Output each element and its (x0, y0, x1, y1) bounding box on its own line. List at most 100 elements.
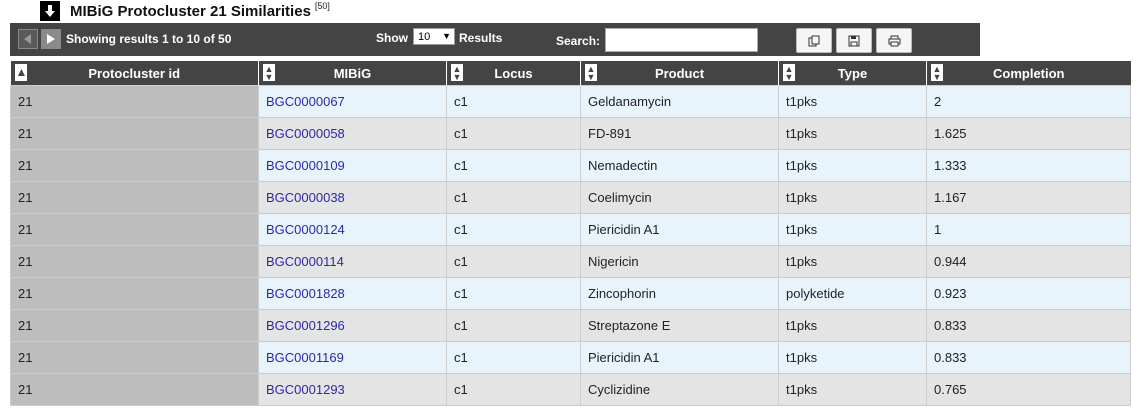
sort-both-icon[interactable]: ▲ ▼ (585, 64, 597, 82)
column-header-protocluster-id[interactable]: ▲ Protocluster id (10, 61, 259, 86)
cell-type: t1pks (778, 341, 927, 374)
table-row: 21 BGC0001293 c1 Cyclizidine t1pks 0.765 (10, 373, 1131, 406)
column-header-type[interactable]: ▲ ▼ Type (778, 61, 927, 86)
mibig-link[interactable]: BGC0001296 (266, 318, 345, 333)
copy-icon (808, 35, 820, 46)
mibig-link[interactable]: BGC0000067 (266, 94, 345, 109)
show-label: Show (376, 31, 408, 45)
table-row: 21 BGC0000058 c1 FD-891 t1pks 1.625 (10, 117, 1131, 150)
table-toolbar: Showing results 1 to 10 of 50 Show 10 ▼ … (10, 23, 980, 56)
save-button[interactable] (836, 28, 872, 53)
cell-mibig: BGC0001828 (258, 277, 447, 310)
cell-locus: c1 (446, 277, 581, 310)
sort-both-icon[interactable]: ▲ ▼ (931, 64, 943, 82)
printer-icon (888, 35, 900, 46)
cell-completion: 1.167 (926, 181, 1131, 214)
cell-mibig: BGC0000058 (258, 117, 447, 150)
cell-type: t1pks (778, 373, 927, 406)
next-page-button[interactable] (41, 29, 61, 49)
cell-type: polyketide (778, 277, 927, 310)
cell-product: Nigericin (580, 245, 779, 278)
mibig-link[interactable]: BGC0000124 (266, 222, 345, 237)
column-header-product[interactable]: ▲ ▼ Product (580, 61, 779, 86)
table-row: 21 BGC0000038 c1 Coelimycin t1pks 1.167 (10, 181, 1131, 214)
page-size-select[interactable]: 10 ▼ (413, 28, 455, 45)
cell-product: Nemadectin (580, 149, 779, 182)
mibig-link[interactable]: BGC0001293 (266, 382, 345, 397)
cell-mibig: BGC0000038 (258, 181, 447, 214)
chevron-left-icon (24, 34, 31, 44)
cell-completion: 0.923 (926, 277, 1131, 310)
sort-both-icon[interactable]: ▲ ▼ (783, 64, 795, 82)
cell-mibig: BGC0001293 (258, 373, 447, 406)
cell-type: t1pks (778, 85, 927, 118)
cell-locus: c1 (446, 309, 581, 342)
mibig-link[interactable]: BGC0001828 (266, 286, 345, 301)
results-label: Results (459, 31, 503, 45)
mibig-link[interactable]: BGC0000109 (266, 158, 345, 173)
dropdown-arrow-icon: ▼ (442, 31, 451, 41)
cell-protocluster-id: 21 (10, 85, 259, 118)
cell-completion: 0.765 (926, 373, 1131, 406)
search-label: Search: (556, 34, 601, 48)
cell-completion: 2 (926, 85, 1131, 118)
copy-button[interactable] (796, 28, 832, 53)
cell-product: FD-891 (580, 117, 779, 150)
cell-product: Piericidin A1 (580, 341, 779, 374)
cell-locus: c1 (446, 373, 581, 406)
table-row: 21 BGC0001828 c1 Zincophorin polyketide 0.923 (10, 277, 1131, 310)
table-row: 21 BGC0001169 c1 Piericidin A1 t1pks 0.833 (10, 341, 1131, 374)
cell-locus: c1 (446, 149, 581, 182)
cell-type: t1pks (778, 245, 927, 278)
page-title: MIBiG Protocluster 21 Similarities (70, 2, 311, 20)
column-header-mibig[interactable]: ▲ ▼ MIBiG (258, 61, 447, 86)
cell-type: t1pks (778, 149, 927, 182)
table-row: 21 BGC0000109 c1 Nemadectin t1pks 1.333 (10, 149, 1131, 182)
cell-product: Piericidin A1 (580, 213, 779, 246)
cell-protocluster-id: 21 (10, 309, 259, 342)
cell-type: t1pks (778, 181, 927, 214)
collapse-arrow-icon[interactable] (40, 1, 60, 21)
cell-protocluster-id: 21 (10, 373, 259, 406)
cell-locus: c1 (446, 181, 581, 214)
cell-locus: c1 (446, 85, 581, 118)
cell-type: t1pks (778, 213, 927, 246)
previous-page-button[interactable] (18, 29, 38, 49)
cell-product: Coelimycin (580, 181, 779, 214)
column-header-locus[interactable]: ▲ ▼ Locus (446, 61, 581, 86)
cell-mibig: BGC0001169 (258, 341, 447, 374)
cell-mibig: BGC0000114 (258, 245, 447, 278)
print-button[interactable] (876, 28, 912, 53)
table-row: 21 BGC0000124 c1 Piericidin A1 t1pks 1 (10, 213, 1131, 246)
cell-locus: c1 (446, 117, 581, 150)
cell-mibig: BGC0000067 (258, 85, 447, 118)
mibig-link[interactable]: BGC0000038 (266, 190, 345, 205)
table-body: 21 BGC0000067 c1 Geldanamycin t1pks 2 21 BGC000… (10, 85, 1131, 406)
mibig-link[interactable]: BGC0000058 (266, 126, 345, 141)
table-header-row: ▲ Protocluster id ▲ ▼ MIBiG ▲ ▼ Locus ▲ ▼ P… (10, 61, 1131, 86)
page-size-value: 10 (418, 30, 431, 43)
sort-ascending-icon[interactable]: ▲ (14, 64, 27, 81)
cell-product: Cyclizidine (580, 373, 779, 406)
results-info: Showing results 1 to 10 of 50 (66, 32, 232, 46)
cell-product: Zincophorin (580, 277, 779, 310)
sort-both-icon[interactable]: ▲ ▼ (263, 64, 275, 82)
title-count-badge[interactable]: [50] (315, 1, 330, 11)
cell-protocluster-id: 21 (10, 149, 259, 182)
cell-protocluster-id: 21 (10, 117, 259, 150)
column-header-completion[interactable]: ▲ ▼ Completion (926, 61, 1131, 86)
mibig-link[interactable]: BGC0001169 (266, 350, 344, 365)
cell-protocluster-id: 21 (10, 213, 259, 246)
cell-completion: 1 (926, 213, 1131, 246)
chevron-right-icon (47, 34, 55, 44)
table-row: 21 BGC0000067 c1 Geldanamycin t1pks 2 (10, 85, 1131, 118)
cell-product: Geldanamycin (580, 85, 779, 118)
similarities-table: ▲ Protocluster id ▲ ▼ MIBiG ▲ ▼ Locus ▲ ▼ P… (10, 61, 1131, 406)
cell-completion: 1.625 (926, 117, 1131, 150)
mibig-link[interactable]: BGC0000114 (266, 254, 344, 269)
cell-completion: 0.833 (926, 341, 1131, 374)
cell-product: Streptazone E (580, 309, 779, 342)
search-input[interactable] (605, 28, 758, 52)
cell-mibig: BGC0000124 (258, 213, 447, 246)
sort-both-icon[interactable]: ▲ ▼ (451, 64, 463, 82)
